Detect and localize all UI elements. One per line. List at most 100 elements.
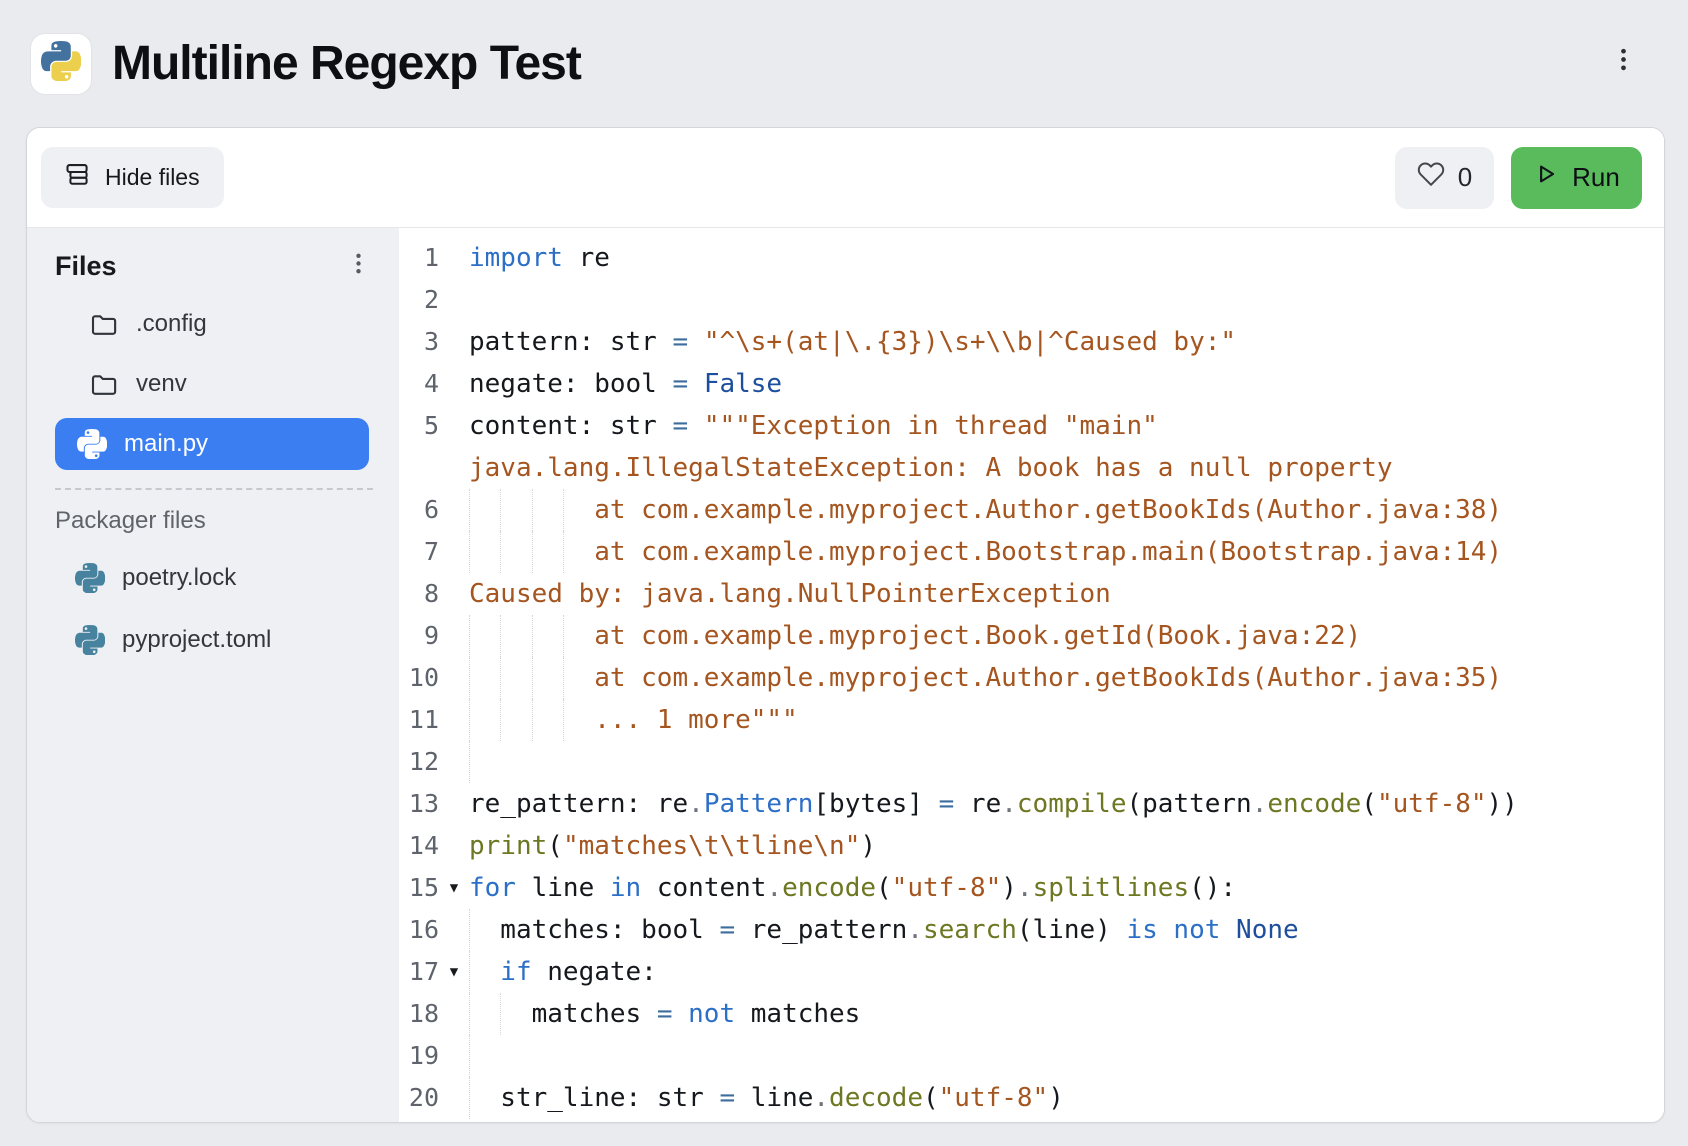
code-text: content: str = """Exception in thread "m… bbox=[469, 405, 1158, 447]
code-line[interactable]: 8 Caused by: java.lang.NullPointerExcept… bbox=[399, 573, 1664, 615]
code-line[interactable]: 17 ▼ if negate: bbox=[399, 951, 1664, 993]
fold-arrow-icon bbox=[439, 909, 469, 951]
code-line[interactable]: 7 at com.example.myproject.Bootstrap.mai… bbox=[399, 531, 1664, 573]
code-line[interactable]: 3 pattern: str = "^\s+(at|\.{3})\s+\\b|^… bbox=[399, 321, 1664, 363]
sidebar-item-pyproject.toml[interactable]: pyproject.toml bbox=[55, 614, 375, 666]
code-line[interactable]: 6 at com.example.myproject.Author.getBoo… bbox=[399, 489, 1664, 531]
sidebar-item-poetry.lock[interactable]: poetry.lock bbox=[55, 552, 375, 604]
indent-guide bbox=[532, 489, 563, 531]
indent-guide bbox=[532, 531, 563, 573]
code-line[interactable]: 5 content: str = """Exception in thread … bbox=[399, 405, 1664, 447]
fold-arrow-icon bbox=[439, 825, 469, 867]
code-line[interactable]: 9 at com.example.myproject.Book.getId(Bo… bbox=[399, 615, 1664, 657]
fold-arrow-icon[interactable]: ▼ bbox=[439, 867, 469, 909]
code-text: matches = not matches bbox=[469, 993, 860, 1035]
python-icon bbox=[75, 563, 105, 593]
fold-arrow-icon bbox=[439, 1035, 469, 1077]
play-icon bbox=[1533, 161, 1559, 194]
indent-guide bbox=[563, 489, 594, 531]
fold-arrow-icon bbox=[439, 237, 469, 279]
code-line[interactable]: 20 str_line: str = line.decode("utf-8") bbox=[399, 1077, 1664, 1119]
fold-arrow-icon bbox=[439, 993, 469, 1035]
line-number: 1 bbox=[399, 237, 439, 279]
fold-arrow-icon bbox=[439, 657, 469, 699]
fold-arrow-icon bbox=[439, 615, 469, 657]
file-name: main.py bbox=[124, 430, 208, 458]
code-editor[interactable]: 1 import re 2 3 pattern: str = "^\s+(at|… bbox=[399, 228, 1664, 1123]
fold-arrow-icon bbox=[439, 531, 469, 573]
fold-arrow-icon bbox=[439, 405, 469, 447]
code-line[interactable]: 12 bbox=[399, 741, 1664, 783]
sidebar-item-main.py[interactable]: main.py bbox=[55, 418, 369, 470]
indent-guide bbox=[532, 615, 563, 657]
likes-button[interactable]: 0 bbox=[1395, 147, 1494, 209]
fold-arrow-icon bbox=[439, 783, 469, 825]
fold-arrow-icon bbox=[439, 321, 469, 363]
indent-guide bbox=[469, 951, 500, 993]
files-menu-button[interactable] bbox=[341, 249, 375, 283]
code-text: java.lang.IllegalStateException: A book … bbox=[469, 447, 1393, 489]
code-text: ... 1 more""" bbox=[469, 699, 798, 741]
hide-files-button[interactable]: Hide files bbox=[41, 147, 224, 208]
code-line[interactable]: 11 ... 1 more""" bbox=[399, 699, 1664, 741]
indent-guide bbox=[469, 657, 500, 699]
file-name: .config bbox=[136, 310, 207, 338]
code-text: for line in content.encode("utf-8").spli… bbox=[469, 867, 1236, 909]
likes-count: 0 bbox=[1458, 162, 1472, 193]
code-line[interactable]: 16 matches: bool = re_pattern.search(lin… bbox=[399, 909, 1664, 951]
file-name: pyproject.toml bbox=[122, 626, 271, 654]
indent-guide bbox=[500, 657, 531, 699]
code-line[interactable]: 19 bbox=[399, 1035, 1664, 1077]
fold-arrow-icon bbox=[439, 279, 469, 321]
run-label: Run bbox=[1572, 162, 1620, 193]
folder-icon bbox=[89, 309, 119, 339]
sidebar-item-venv[interactable]: venv bbox=[55, 358, 375, 410]
folder-icon bbox=[89, 369, 119, 399]
sidebar-item-.config[interactable]: .config bbox=[55, 298, 375, 350]
files-heading: Files bbox=[55, 251, 117, 282]
line-number: 6 bbox=[399, 489, 439, 531]
code-line[interactable]: 14 print("matches\t\tline\n") bbox=[399, 825, 1664, 867]
packager-heading: Packager files bbox=[55, 504, 375, 538]
kebab-icon bbox=[1610, 46, 1637, 76]
run-button[interactable]: Run bbox=[1511, 147, 1642, 209]
indent-guide bbox=[563, 657, 594, 699]
line-number: 14 bbox=[399, 825, 439, 867]
files-panel-icon bbox=[65, 161, 92, 194]
indent-guide bbox=[469, 909, 500, 951]
line-number: 12 bbox=[399, 741, 439, 783]
code-line[interactable]: 1 import re bbox=[399, 237, 1664, 279]
code-text: at com.example.myproject.Book.getId(Book… bbox=[469, 615, 1361, 657]
indent-guide bbox=[469, 741, 500, 783]
indent-guide bbox=[469, 1077, 500, 1119]
heart-icon bbox=[1417, 160, 1445, 195]
app-header: Multiline Regexp Test bbox=[0, 0, 1688, 127]
fold-arrow-icon bbox=[439, 489, 469, 531]
code-line[interactable]: 15 ▼ for line in content.encode("utf-8")… bbox=[399, 867, 1664, 909]
indent-guide bbox=[500, 489, 531, 531]
code-text: Caused by: java.lang.NullPointerExceptio… bbox=[469, 573, 1111, 615]
line-number: 5 bbox=[399, 405, 439, 447]
indent-guide bbox=[532, 699, 563, 741]
fold-arrow-icon bbox=[439, 699, 469, 741]
file-name: poetry.lock bbox=[122, 564, 236, 592]
code-line[interactable]: java.lang.IllegalStateException: A book … bbox=[399, 447, 1664, 489]
file-name: venv bbox=[136, 370, 187, 398]
line-number: 4 bbox=[399, 363, 439, 405]
line-number: 2 bbox=[399, 279, 439, 321]
code-line[interactable]: 10 at com.example.myproject.Author.getBo… bbox=[399, 657, 1664, 699]
line-number: 9 bbox=[399, 615, 439, 657]
code-line[interactable]: 13 re_pattern: re.Pattern[bytes] = re.co… bbox=[399, 783, 1664, 825]
code-line[interactable]: 18 matches = not matches bbox=[399, 993, 1664, 1035]
code-line[interactable]: 4 negate: bool = False bbox=[399, 363, 1664, 405]
python-logo bbox=[30, 33, 92, 95]
indent-guide bbox=[469, 531, 500, 573]
page: Multiline Regexp Test Hide files 0 Run F… bbox=[0, 0, 1688, 1146]
fold-arrow-icon bbox=[439, 741, 469, 783]
code-line[interactable]: 2 bbox=[399, 279, 1664, 321]
header-menu-button[interactable] bbox=[1600, 38, 1646, 84]
line-number: 20 bbox=[399, 1077, 439, 1119]
fold-arrow-icon[interactable]: ▼ bbox=[439, 951, 469, 993]
line-number: 11 bbox=[399, 699, 439, 741]
code-text: print("matches\t\tline\n") bbox=[469, 825, 876, 867]
